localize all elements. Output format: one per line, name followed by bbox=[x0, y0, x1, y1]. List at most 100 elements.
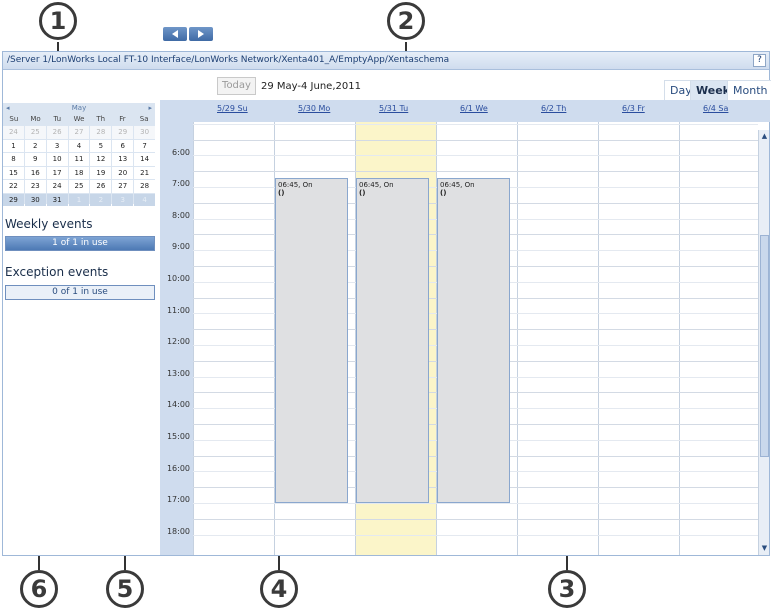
mini-calendar-day[interactable]: 1 bbox=[68, 193, 90, 206]
scroll-up-icon[interactable]: ▲ bbox=[760, 132, 769, 141]
event-block[interactable]: 06:45, On() bbox=[437, 178, 510, 503]
callout-6: 6 bbox=[20, 570, 58, 608]
mini-calendar-day[interactable]: 24 bbox=[46, 180, 68, 193]
callout-1: 1 bbox=[39, 2, 77, 40]
mini-calendar-day[interactable]: 3 bbox=[112, 193, 134, 206]
day-header[interactable]: 6/3 Fr bbox=[622, 104, 645, 113]
week-header: 5/29 Su 5/30 Mo 5/31 Tu 6/1 We 6/2 Th 6/3 Fr 6… bbox=[160, 100, 770, 122]
mini-calendar-day[interactable]: 14 bbox=[134, 153, 155, 166]
mini-calendar-day[interactable]: 7 bbox=[134, 139, 155, 152]
mini-calendar-month: May bbox=[71, 104, 87, 112]
hour-gridline bbox=[193, 155, 758, 157]
event-block[interactable]: 06:45, On() bbox=[356, 178, 429, 503]
event-value-label: () bbox=[440, 189, 447, 197]
mini-calendar-day[interactable]: 29 bbox=[3, 193, 24, 206]
mini-calendar-day[interactable]: 26 bbox=[90, 180, 112, 193]
mini-calendar-day[interactable]: 20 bbox=[112, 166, 134, 179]
scroll-down-icon[interactable]: ▼ bbox=[760, 544, 769, 553]
mini-calendar-day[interactable]: 17 bbox=[46, 166, 68, 179]
mini-calendar-dow: Fr bbox=[119, 115, 126, 123]
mini-calendar-day[interactable]: 6 bbox=[112, 139, 134, 152]
mini-calendar-day[interactable]: 30 bbox=[24, 193, 46, 206]
mini-calendar-day[interactable]: 18 bbox=[68, 166, 90, 179]
mini-calendar-day[interactable]: 28 bbox=[90, 126, 112, 139]
mini-calendar-day[interactable]: 5 bbox=[90, 139, 112, 152]
mini-calendar-day[interactable]: 21 bbox=[134, 166, 155, 179]
hour-label: 18:00 bbox=[166, 526, 190, 536]
day-header[interactable]: 6/4 Sa bbox=[703, 104, 728, 113]
mini-calendar-day[interactable]: 12 bbox=[90, 153, 112, 166]
mini-calendar-day[interactable]: 4 bbox=[68, 139, 90, 152]
previous-week-button[interactable] bbox=[163, 27, 187, 41]
mini-calendar-day[interactable]: 22 bbox=[3, 180, 24, 193]
mini-calendar-day[interactable]: 2 bbox=[24, 139, 46, 152]
mini-calendar-day[interactable]: 26 bbox=[46, 126, 68, 139]
mini-calendar-day[interactable]: 3 bbox=[46, 139, 68, 152]
hour-label: 10:00 bbox=[166, 274, 190, 283]
event-time-label: 06:45, On bbox=[359, 181, 394, 189]
event-time-label: 06:45, On bbox=[278, 181, 313, 189]
mini-calendar-dow: Sa bbox=[139, 115, 149, 123]
hour-label: 8:00 bbox=[172, 210, 190, 220]
today-button[interactable]: Today bbox=[217, 77, 256, 95]
callout-2: 2 bbox=[387, 2, 425, 40]
mini-calendar-day[interactable]: 28 bbox=[134, 180, 155, 193]
tab-month[interactable]: Month bbox=[727, 80, 771, 100]
hour-gridline bbox=[193, 139, 758, 141]
mini-calendar-prev-button[interactable]: ◂ bbox=[6, 103, 10, 114]
weekly-events-usage-bar[interactable]: 1 of 1 in use bbox=[5, 236, 155, 251]
mini-calendar-header: ◂ May ▸ bbox=[3, 103, 155, 114]
arrow-right-icon bbox=[198, 30, 204, 38]
mini-calendar-day[interactable]: 9 bbox=[24, 153, 46, 166]
event-value-label: () bbox=[278, 189, 285, 197]
mini-calendar-day[interactable]: 29 bbox=[112, 126, 134, 139]
hour-gridline bbox=[193, 518, 758, 520]
event-time-label: 06:45, On bbox=[440, 181, 475, 189]
mini-calendar-day[interactable]: 30 bbox=[134, 126, 155, 139]
mini-calendar-day[interactable]: 11 bbox=[68, 153, 90, 166]
mini-calendar-dow: Su bbox=[9, 115, 19, 123]
hour-gridline bbox=[193, 503, 758, 504]
mini-calendar-day[interactable]: 19 bbox=[90, 166, 112, 179]
vertical-scrollbar[interactable]: ▲ ▼ bbox=[758, 130, 769, 555]
arrow-left-icon bbox=[172, 30, 178, 38]
mini-calendar-day[interactable]: 16 bbox=[24, 166, 46, 179]
day-header[interactable]: 6/2 Th bbox=[541, 104, 566, 113]
hour-label: 14:00 bbox=[166, 400, 190, 410]
mini-calendar-day[interactable]: 13 bbox=[112, 153, 134, 166]
scrollbar-thumb[interactable] bbox=[760, 235, 769, 457]
hour-label: 16:00 bbox=[166, 463, 190, 473]
hour-label: 17:00 bbox=[166, 495, 190, 505]
mini-calendar-next-button[interactable]: ▸ bbox=[148, 103, 152, 114]
mini-calendar-day[interactable]: 8 bbox=[3, 153, 24, 166]
day-header[interactable]: 5/29 Su bbox=[217, 104, 248, 113]
day-header[interactable]: 5/30 Mo bbox=[298, 104, 330, 113]
hour-column: 6:00 7:00 8:00 9:00 10:00 11:00 12:00 13:00 14:0… bbox=[160, 122, 193, 555]
day-header[interactable]: 6/1 We bbox=[460, 104, 488, 113]
mini-calendar-day[interactable]: 31 bbox=[46, 193, 68, 206]
help-button[interactable]: ? bbox=[753, 54, 766, 67]
exception-events-label: Exception events bbox=[5, 265, 109, 279]
breadcrumb: /Server 1/LonWorks Local FT-10 Interface… bbox=[3, 52, 769, 70]
mini-calendar-day[interactable]: 2 bbox=[90, 193, 112, 206]
mini-calendar-dow: Th bbox=[96, 115, 106, 123]
mini-calendar-day[interactable]: 24 bbox=[3, 126, 24, 139]
mini-calendar: ◂ May ▸ Su Mo Tu We Th Fr Sa 24 25 26 27 28 29 30 1 2 3… bbox=[3, 103, 155, 206]
mini-calendar-day[interactable]: 4 bbox=[134, 193, 155, 206]
hour-gridline bbox=[193, 171, 758, 173]
mini-calendar-day[interactable]: 23 bbox=[24, 180, 46, 193]
mini-calendar-day[interactable]: 15 bbox=[3, 166, 24, 179]
mini-calendar-day[interactable]: 10 bbox=[46, 153, 68, 166]
mini-calendar-weekdays: Su Mo Tu We Th Fr Sa bbox=[3, 115, 155, 125]
event-block[interactable]: 06:45, On() bbox=[275, 178, 348, 503]
mini-calendar-day[interactable]: 25 bbox=[24, 126, 46, 139]
next-week-button[interactable] bbox=[189, 27, 213, 41]
mini-calendar-day[interactable]: 27 bbox=[68, 126, 90, 139]
exception-events-usage-bar[interactable]: 0 of 1 in use bbox=[5, 285, 155, 300]
mini-calendar-day[interactable]: 25 bbox=[68, 180, 90, 193]
day-header[interactable]: 5/31 Tu bbox=[379, 104, 408, 113]
event-value-label: () bbox=[359, 189, 366, 197]
mini-calendar-day[interactable]: 27 bbox=[112, 180, 134, 193]
mini-calendar-day[interactable]: 1 bbox=[3, 139, 24, 152]
hour-label: 7:00 bbox=[172, 179, 190, 189]
